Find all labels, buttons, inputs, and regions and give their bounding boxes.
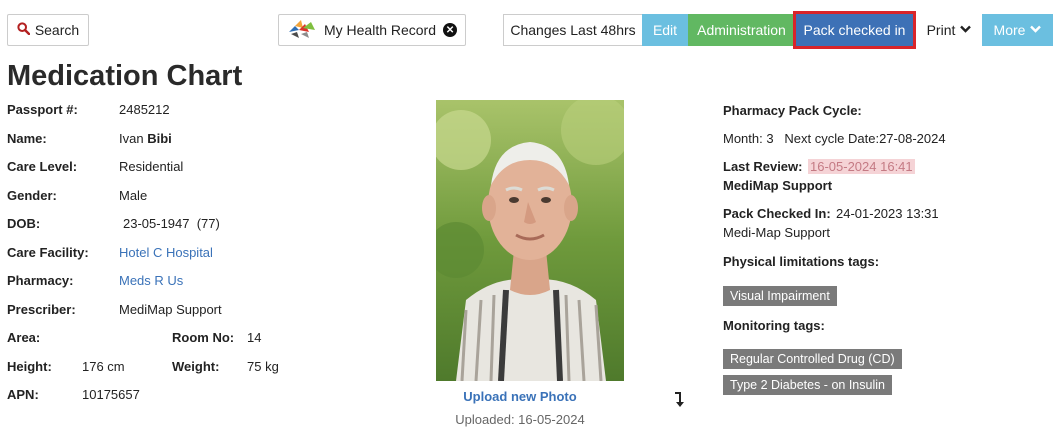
more-button[interactable]: More bbox=[982, 14, 1053, 46]
my-health-record-button[interactable]: My Health Record ✕ bbox=[278, 14, 466, 46]
physical-limitations-label: Physical limitations tags: bbox=[723, 254, 880, 269]
apn-value: 10175657 bbox=[82, 387, 140, 402]
care-facility-link[interactable]: Hotel C Hospital bbox=[119, 245, 213, 260]
edit-button[interactable]: Edit bbox=[642, 14, 688, 46]
area-label: Area: bbox=[7, 330, 41, 345]
passport-label: Passport #: bbox=[7, 102, 78, 117]
upload-new-photo-link[interactable]: Upload new Photo bbox=[436, 389, 604, 404]
print-label: Print bbox=[926, 22, 956, 38]
tag-type2-diabetes: Type 2 Diabetes - on Insulin bbox=[723, 375, 892, 395]
prescriber-value: MediMap Support bbox=[119, 302, 222, 317]
pharmacy-label: Pharmacy: bbox=[7, 273, 74, 288]
administration-button[interactable]: Administration bbox=[688, 14, 795, 46]
pharmacy-pack-cycle-label: Pharmacy Pack Cycle: bbox=[723, 103, 862, 118]
more-label: More bbox=[993, 22, 1026, 38]
uploaded-date: Uploaded: 16-05-2024 bbox=[455, 412, 585, 427]
height-label: Height: bbox=[7, 359, 52, 374]
search-label: Search bbox=[34, 22, 80, 38]
passport-value: 2485212 bbox=[119, 102, 170, 117]
weight-value: 75 kg bbox=[247, 359, 279, 374]
chevron-down-icon bbox=[960, 24, 972, 36]
height-value: 176 cm bbox=[82, 359, 125, 374]
care-level-label: Care Level: bbox=[7, 159, 78, 174]
dob-label: DOB: bbox=[7, 216, 41, 231]
return-arrow-icon bbox=[673, 391, 685, 414]
health-record-logo-icon bbox=[287, 18, 317, 42]
health-record-label: My Health Record bbox=[323, 22, 437, 38]
first-name: Ivan bbox=[119, 131, 144, 146]
close-icon[interactable]: ✕ bbox=[443, 23, 458, 37]
tag-visual-impairment: Visual Impairment bbox=[723, 286, 837, 306]
prescriber-label: Prescriber: bbox=[7, 302, 76, 317]
search-icon bbox=[17, 22, 31, 38]
tag-controlled-drug: Regular Controlled Drug (CD) bbox=[723, 349, 902, 369]
gender-value: Male bbox=[119, 188, 148, 203]
last-review-by: MediMap Support bbox=[723, 178, 833, 193]
patient-photo bbox=[428, 95, 631, 382]
dob-value: 23-05-1947 (77) bbox=[123, 216, 220, 231]
page-title: Medication Chart bbox=[7, 60, 243, 92]
name-label: Name: bbox=[7, 131, 47, 146]
patient-name: Ivan Bibi bbox=[119, 131, 172, 146]
care-facility-label: Care Facility: bbox=[7, 245, 89, 260]
search-button[interactable]: Search bbox=[7, 14, 89, 46]
gender-label: Gender: bbox=[7, 188, 57, 203]
apn-label: APN: bbox=[7, 387, 39, 402]
pharmacy-link[interactable]: Meds R Us bbox=[119, 273, 183, 288]
monitoring-tags-label: Monitoring tags: bbox=[723, 318, 825, 333]
print-button[interactable]: Print bbox=[916, 14, 982, 46]
last-review-value: 16-05-2024 16:41 bbox=[808, 159, 915, 174]
changes-last-48hrs-button[interactable]: Changes Last 48hrs bbox=[503, 14, 643, 46]
pack-checked-in-by: Medi-Map Support bbox=[723, 225, 830, 240]
pack-checked-in-label: Pack Checked In: bbox=[723, 206, 831, 221]
room-value: 14 bbox=[247, 330, 262, 345]
last-name: Bibi bbox=[147, 131, 172, 146]
room-label: Room No: bbox=[172, 330, 235, 345]
chevron-down-icon bbox=[1030, 24, 1042, 36]
pack-checked-in-button[interactable]: Pack checked in bbox=[793, 11, 916, 49]
care-level-value: Residential bbox=[119, 159, 184, 174]
last-review-label: Last Review: bbox=[723, 159, 803, 174]
pack-checked-in-value: 24-01-2023 13:31 bbox=[836, 206, 939, 221]
pack-cycle-text: Month: 3 Next cycle Date:27-08-2024 bbox=[723, 131, 946, 146]
weight-label: Weight: bbox=[172, 359, 220, 374]
